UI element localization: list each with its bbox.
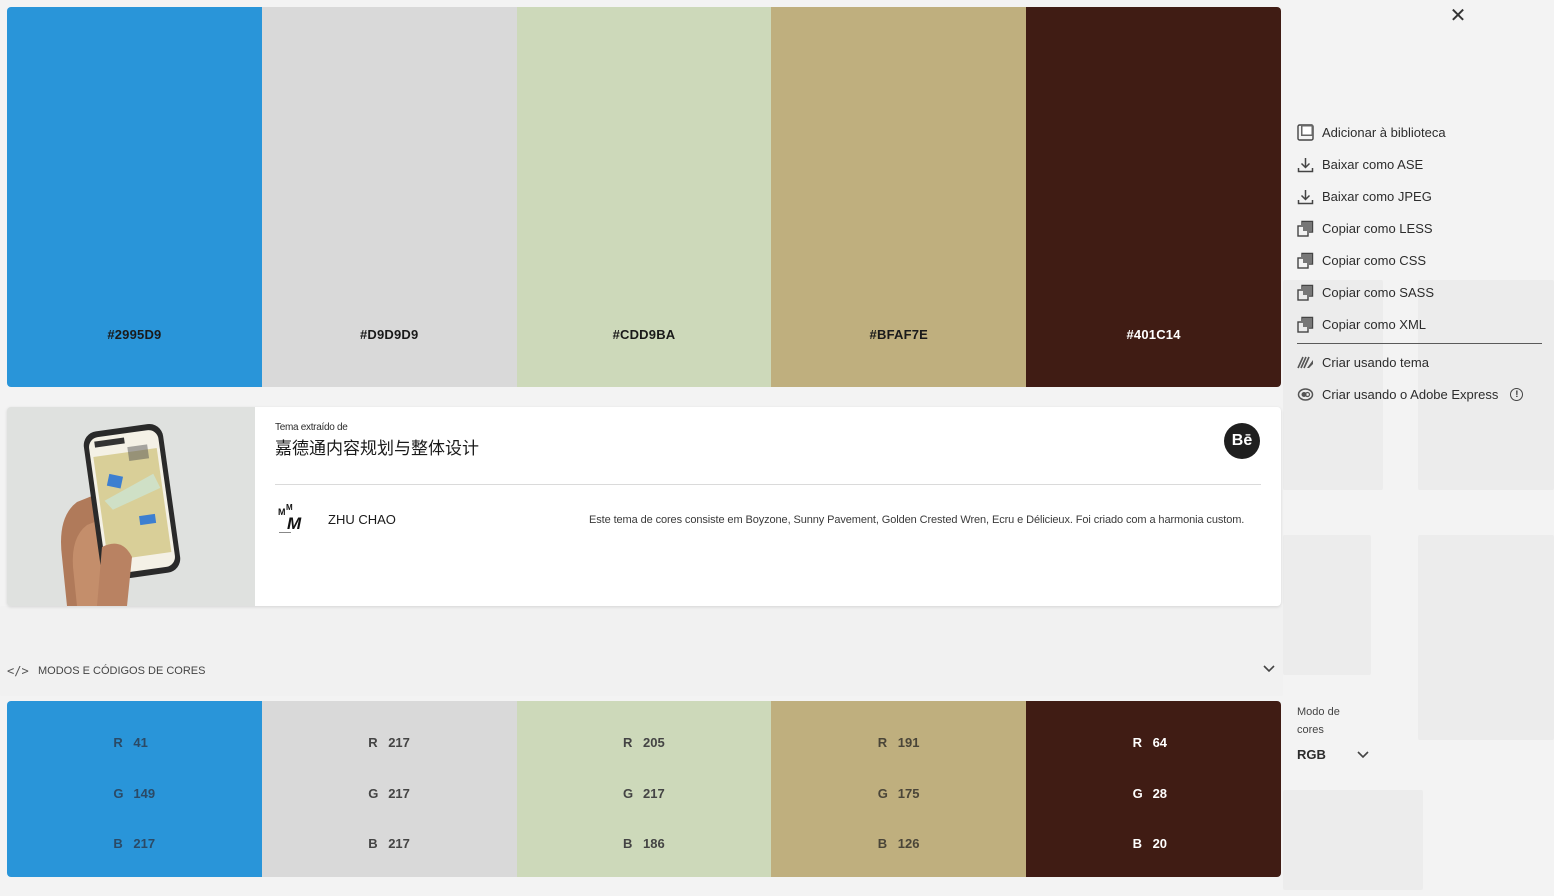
phone-in-hand-image	[7, 407, 255, 606]
copy-icon	[1297, 220, 1314, 237]
swatch-hex[interactable]: #CDD9BA	[517, 327, 772, 342]
code-column: R 205 G 217 B 186	[516, 701, 772, 877]
svg-text:M: M	[286, 503, 293, 512]
code-column: R 191 G 175 B 126	[771, 701, 1027, 877]
swatch-2[interactable]: #D9D9D9	[261, 7, 517, 387]
code-column: R 217 G 217 B 217	[261, 701, 517, 877]
blue-value[interactable]: B 186	[517, 836, 772, 851]
project-thumbnail[interactable]	[7, 407, 255, 606]
extracted-from-label: Tema extraído de	[275, 422, 348, 433]
side-menu: Adicionar à biblioteca Baixar como ASE B…	[1297, 116, 1542, 410]
menu-label: Copiar como XML	[1322, 316, 1427, 332]
menu-label: Criar usando o Adobe Express	[1322, 386, 1499, 402]
copy-icon	[1297, 252, 1314, 269]
blue-value[interactable]: B 126	[771, 836, 1026, 851]
green-value[interactable]: G 175	[771, 786, 1026, 801]
color-modes-label: MODOS E CÓDIGOS DE CORES	[38, 665, 206, 677]
background-tile	[1283, 790, 1423, 890]
svg-text:M: M	[287, 514, 302, 533]
menu-label: Copiar como CSS	[1322, 252, 1427, 268]
download-jpeg-button[interactable]: Baixar como JPEG	[1297, 180, 1542, 212]
menu-label: Copiar como SASS	[1322, 284, 1434, 300]
green-value[interactable]: G 217	[517, 786, 772, 801]
swatch-5[interactable]: #401C14	[1026, 7, 1281, 387]
code-icon: </>	[7, 664, 29, 678]
svg-text:M: M	[278, 507, 286, 517]
red-value[interactable]: R 64	[1026, 735, 1281, 750]
copy-xml-button[interactable]: Copiar como XML	[1297, 308, 1542, 340]
chevron-down-icon	[1357, 747, 1369, 762]
swatch-hex[interactable]: #401C14	[1026, 327, 1281, 342]
blue-value[interactable]: B 217	[262, 836, 517, 851]
chevron-down-icon[interactable]	[1263, 662, 1275, 676]
menu-label: Baixar como JPEG	[1322, 188, 1432, 204]
swatch-hex[interactable]: #D9D9D9	[262, 327, 517, 342]
swatch-4[interactable]: #BFAF7E	[771, 7, 1027, 387]
red-value[interactable]: R 191	[771, 735, 1026, 750]
divider	[275, 484, 1261, 485]
behance-icon[interactable]: Bē	[1224, 423, 1260, 459]
background-tile	[0, 606, 1283, 696]
download-ase-button[interactable]: Baixar como ASE	[1297, 148, 1542, 180]
divider	[1297, 343, 1542, 344]
create-using-theme-button[interactable]: Criar usando tema	[1297, 346, 1542, 378]
copy-less-button[interactable]: Copiar como LESS	[1297, 212, 1542, 244]
green-value[interactable]: G 28	[1026, 786, 1281, 801]
blue-value[interactable]: B 217	[7, 836, 262, 851]
color-mode-value: RGB	[1297, 746, 1326, 762]
background-tile	[1418, 535, 1554, 740]
green-value[interactable]: G 149	[7, 786, 262, 801]
project-title[interactable]: 嘉德通内容规划与整体设计	[275, 434, 1261, 459]
theme-info-body: Tema extraído de 嘉德通内容规划与整体设计 Bē M M M Z…	[255, 407, 1281, 606]
add-to-library-button[interactable]: Adicionar à biblioteca	[1297, 116, 1542, 148]
create-adobe-express-button[interactable]: Criar usando o Adobe Express !	[1297, 378, 1542, 410]
palette-swatches: #2995D9 #D9D9D9 #CDD9BA #BFAF7E #401C14	[7, 7, 1281, 387]
red-value[interactable]: R 217	[262, 735, 517, 750]
copy-sass-button[interactable]: Copiar como SASS	[1297, 276, 1542, 308]
menu-label: Adicionar à biblioteca	[1322, 124, 1446, 140]
download-icon	[1297, 156, 1314, 173]
copy-icon	[1297, 316, 1314, 333]
menu-label: Baixar como ASE	[1322, 156, 1424, 172]
menu-label: Copiar como LESS	[1322, 220, 1433, 236]
swatch-hex[interactable]: #BFAF7E	[771, 327, 1026, 342]
swatch-3[interactable]: #CDD9BA	[516, 7, 772, 387]
copy-icon	[1297, 284, 1314, 301]
background-tile	[1283, 535, 1371, 675]
swatch-hex[interactable]: #2995D9	[7, 327, 262, 342]
theme-info-card: Tema extraído de 嘉德通内容规划与整体设计 Bē M M M Z…	[7, 407, 1281, 606]
color-codes: R 41 G 149 B 217 R 217 G 217 B 217 R 205 G 217 B…	[7, 701, 1281, 877]
color-modes-header[interactable]: </> MODOS E CÓDIGOS DE CORES	[7, 660, 1281, 682]
blue-value[interactable]: B 20	[1026, 836, 1281, 851]
green-value[interactable]: G 217	[262, 786, 517, 801]
red-value[interactable]: R 41	[7, 735, 262, 750]
theme-description: Este tema de cores consiste em Boyzone, …	[589, 514, 1245, 526]
info-icon[interactable]: !	[1510, 387, 1524, 401]
author-name[interactable]: ZHU CHAO	[328, 512, 508, 527]
copy-css-button[interactable]: Copiar como CSS	[1297, 244, 1542, 276]
menu-label: Criar usando tema	[1322, 354, 1429, 370]
download-icon	[1297, 188, 1314, 205]
close-icon[interactable]: ✕	[1448, 5, 1468, 27]
create-theme-icon	[1297, 354, 1314, 371]
red-value[interactable]: R 205	[517, 735, 772, 750]
color-mode-select[interactable]: RGB	[1297, 744, 1369, 764]
author-avatar[interactable]: M M M	[275, 502, 313, 536]
color-mode-label: Modo de cores	[1297, 706, 1340, 736]
adobe-express-icon	[1297, 386, 1314, 403]
library-icon	[1297, 123, 1314, 141]
author-row: M M M ZHU CHAO Este tema de cores consis…	[275, 502, 1261, 536]
code-column: R 64 G 28 B 20	[1026, 701, 1281, 877]
code-column: R 41 G 149 B 217	[7, 701, 262, 877]
swatch-1[interactable]: #2995D9	[7, 7, 262, 387]
